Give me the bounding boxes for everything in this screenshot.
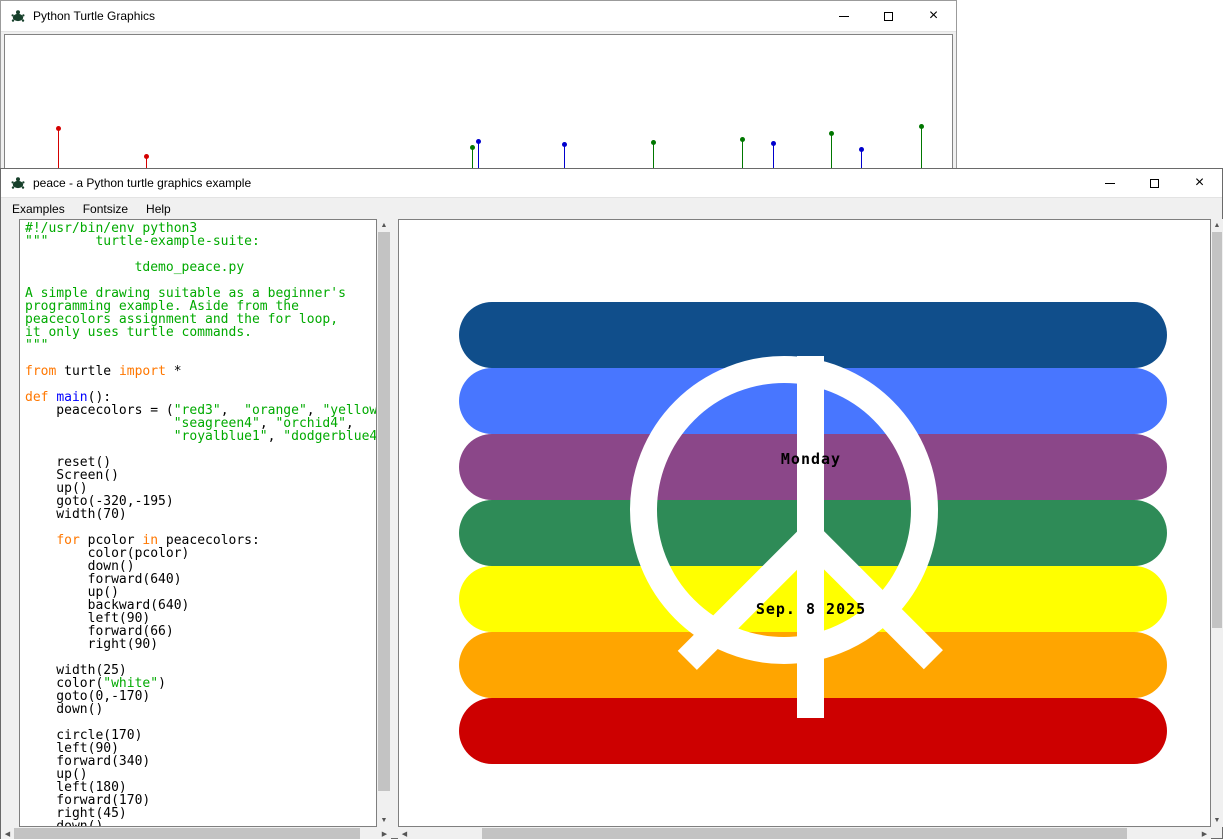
tree-stem [861,150,862,169]
scroll-down-icon[interactable]: ▼ [1211,814,1223,827]
peace-window: peace - a Python turtle graphics example… [0,168,1223,839]
canvas-scrollbar-horizontal[interactable]: ◀ ▶ [398,827,1211,839]
scroll-right-icon[interactable]: ▶ [1198,827,1211,839]
tree-stem [472,148,473,169]
canvas-scrollbar-vertical[interactable]: ▲ ▼ [1211,219,1223,827]
scrollbar-thumb[interactable] [378,232,390,791]
code-line: """ turtle-example-suite: [25,235,376,248]
code-line: "royalblue1", "dodgerblue4") [25,430,376,443]
code-line: down() [25,703,376,716]
scrollbar-thumb[interactable] [482,828,1127,839]
tree-stem [564,145,565,169]
bg-minimize-button[interactable] [821,1,866,31]
code-line: width(70) [25,508,376,521]
code-scrollbar-vertical[interactable]: ▲ ▼ [377,219,391,827]
bg-titlebar[interactable]: Python Turtle Graphics × [1,1,956,32]
tree-dot [56,126,61,131]
scroll-left-icon[interactable]: ◀ [398,827,411,839]
scroll-left-icon[interactable]: ◀ [1,827,14,839]
maximize-icon [1150,179,1159,188]
minimize-icon [1105,183,1115,184]
scroll-down-icon[interactable]: ▼ [377,814,391,827]
scroll-right-icon[interactable]: ▶ [378,827,391,839]
tree-dot [470,145,475,150]
scrollbar-track[interactable] [1211,232,1223,814]
peace-titlebar[interactable]: peace - a Python turtle graphics example… [1,169,1222,198]
bg-window-title: Python Turtle Graphics [33,9,155,23]
code-editor[interactable]: #!/usr/bin/env python3""" turtle-example… [19,219,377,827]
minimize-button[interactable] [1087,169,1132,197]
turtle-canvas: Monday Sep. 8 2025 [398,219,1211,827]
tree-dot [144,154,149,159]
menu-examples[interactable]: Examples [3,200,74,218]
code-line: right(90) [25,638,376,651]
maximize-icon [884,12,893,21]
code-scrollbar-horizontal[interactable]: ◀ ▶ [1,827,391,839]
close-button[interactable]: × [1177,169,1222,197]
weekday-label: Monday [691,450,931,468]
scroll-up-icon[interactable]: ▲ [1211,219,1223,232]
tree-dot [919,124,924,129]
turtle-icon [10,175,26,191]
tree-dot [476,139,481,144]
tree-dot [829,131,834,136]
turtle-icon [10,8,26,24]
peace-window-controls: × [1087,169,1222,197]
code-line: from turtle import * [25,365,376,378]
scroll-up-icon[interactable]: ▲ [377,219,391,232]
code-line: down() [25,820,376,827]
code-line: it only uses turtle commands. [25,326,376,339]
tree-dot [651,140,656,145]
tree-dot [771,141,776,146]
date-label: Sep. 8 2025 [691,600,931,618]
scrollbar-track[interactable] [377,232,391,814]
bg-close-button[interactable]: × [911,1,956,31]
code-line: """ [25,339,376,352]
scrollbar-thumb[interactable] [14,828,360,839]
close-icon: × [929,7,938,25]
close-icon: × [1195,174,1204,192]
tree-stem [921,127,922,169]
minimize-icon [839,16,849,17]
tree-dot [562,142,567,147]
tree-stem [773,144,774,169]
tree-stem [58,129,59,169]
tree-stem [653,143,654,169]
scrollbar-track[interactable] [14,827,378,839]
menu-bar: Examples Fontsize Help [1,198,1222,219]
tree-stem [831,134,832,169]
maximize-button[interactable] [1132,169,1177,197]
menu-fontsize[interactable]: Fontsize [74,200,137,218]
peace-window-title: peace - a Python turtle graphics example [33,176,251,190]
tree-dot [740,137,745,142]
bg-window-controls: × [821,1,956,31]
code-line: tdemo_peace.py [25,261,376,274]
bg-maximize-button[interactable] [866,1,911,31]
desktop: Python Turtle Graphics × p [0,0,1223,839]
tree-dot [859,147,864,152]
scrollbar-thumb[interactable] [1212,232,1222,628]
tree-stem [478,142,479,169]
scrollbar-track[interactable] [411,827,1198,839]
tree-stem [742,140,743,169]
menu-help[interactable]: Help [137,200,180,218]
